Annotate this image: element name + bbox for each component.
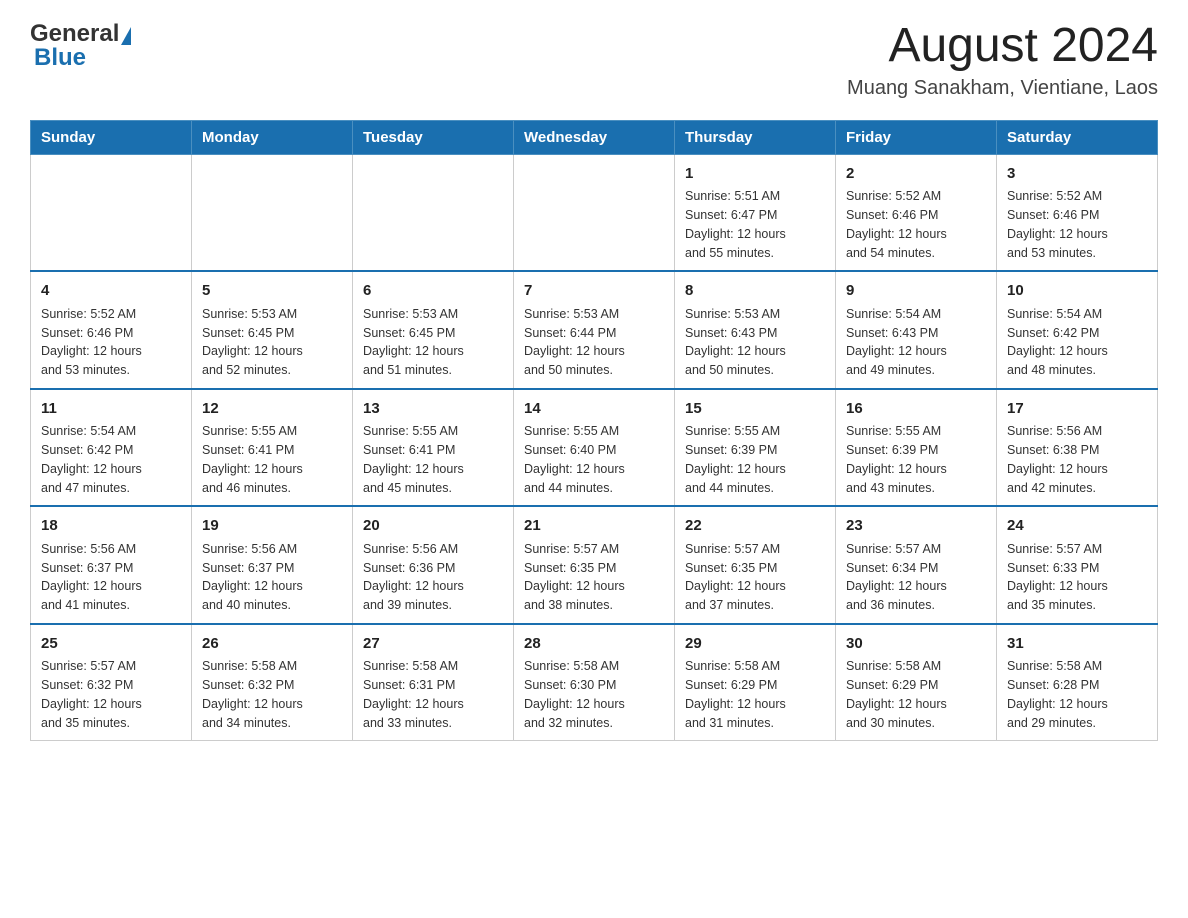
calendar-cell: 8Sunrise: 5:53 AMSunset: 6:43 PMDaylight… (675, 271, 836, 389)
calendar-cell: 30Sunrise: 5:58 AMSunset: 6:29 PMDayligh… (836, 624, 997, 741)
day-number: 5 (202, 280, 342, 303)
weekday-header-monday: Monday (192, 120, 353, 154)
day-number: 27 (363, 633, 503, 656)
calendar-cell: 27Sunrise: 5:58 AMSunset: 6:31 PMDayligh… (353, 624, 514, 741)
calendar-cell: 29Sunrise: 5:58 AMSunset: 6:29 PMDayligh… (675, 624, 836, 741)
calendar-cell (192, 154, 353, 271)
calendar-cell: 24Sunrise: 5:57 AMSunset: 6:33 PMDayligh… (997, 506, 1158, 624)
calendar-cell: 13Sunrise: 5:55 AMSunset: 6:41 PMDayligh… (353, 389, 514, 507)
day-number: 2 (846, 163, 986, 186)
day-number: 14 (524, 398, 664, 421)
calendar-cell: 17Sunrise: 5:56 AMSunset: 6:38 PMDayligh… (997, 389, 1158, 507)
day-number: 13 (363, 398, 503, 421)
title-section: August 2024 Muang Sanakham, Vientiane, L… (847, 20, 1158, 100)
weekday-header-wednesday: Wednesday (514, 120, 675, 154)
calendar-cell: 16Sunrise: 5:55 AMSunset: 6:39 PMDayligh… (836, 389, 997, 507)
calendar-cell: 1Sunrise: 5:51 AMSunset: 6:47 PMDaylight… (675, 154, 836, 271)
day-number: 6 (363, 280, 503, 303)
calendar-cell (31, 154, 192, 271)
calendar-cell: 20Sunrise: 5:56 AMSunset: 6:36 PMDayligh… (353, 506, 514, 624)
header: General Blue August 2024 Muang Sanakham,… (30, 20, 1158, 100)
page-title: August 2024 (847, 20, 1158, 73)
day-number: 26 (202, 633, 342, 656)
day-number: 15 (685, 398, 825, 421)
calendar-cell: 5Sunrise: 5:53 AMSunset: 6:45 PMDaylight… (192, 271, 353, 389)
calendar-cell: 3Sunrise: 5:52 AMSunset: 6:46 PMDaylight… (997, 154, 1158, 271)
day-number: 31 (1007, 633, 1147, 656)
day-number: 22 (685, 515, 825, 538)
day-number: 8 (685, 280, 825, 303)
weekday-header-thursday: Thursday (675, 120, 836, 154)
day-number: 28 (524, 633, 664, 656)
calendar-cell: 11Sunrise: 5:54 AMSunset: 6:42 PMDayligh… (31, 389, 192, 507)
weekday-header-tuesday: Tuesday (353, 120, 514, 154)
calendar-cell: 26Sunrise: 5:58 AMSunset: 6:32 PMDayligh… (192, 624, 353, 741)
day-number: 23 (846, 515, 986, 538)
day-number: 11 (41, 398, 181, 421)
day-number: 9 (846, 280, 986, 303)
calendar-week-row: 18Sunrise: 5:56 AMSunset: 6:37 PMDayligh… (31, 506, 1158, 624)
calendar-header-row: SundayMondayTuesdayWednesdayThursdayFrid… (31, 120, 1158, 154)
weekday-header-sunday: Sunday (31, 120, 192, 154)
page-subtitle: Muang Sanakham, Vientiane, Laos (847, 77, 1158, 100)
calendar-cell: 22Sunrise: 5:57 AMSunset: 6:35 PMDayligh… (675, 506, 836, 624)
day-number: 20 (363, 515, 503, 538)
calendar-cell: 10Sunrise: 5:54 AMSunset: 6:42 PMDayligh… (997, 271, 1158, 389)
calendar-cell: 23Sunrise: 5:57 AMSunset: 6:34 PMDayligh… (836, 506, 997, 624)
calendar-cell: 9Sunrise: 5:54 AMSunset: 6:43 PMDaylight… (836, 271, 997, 389)
calendar-table: SundayMondayTuesdayWednesdayThursdayFrid… (30, 120, 1158, 742)
day-number: 10 (1007, 280, 1147, 303)
calendar-cell: 21Sunrise: 5:57 AMSunset: 6:35 PMDayligh… (514, 506, 675, 624)
weekday-header-friday: Friday (836, 120, 997, 154)
day-number: 30 (846, 633, 986, 656)
calendar-week-row: 25Sunrise: 5:57 AMSunset: 6:32 PMDayligh… (31, 624, 1158, 741)
calendar-cell: 28Sunrise: 5:58 AMSunset: 6:30 PMDayligh… (514, 624, 675, 741)
calendar-cell: 31Sunrise: 5:58 AMSunset: 6:28 PMDayligh… (997, 624, 1158, 741)
day-number: 16 (846, 398, 986, 421)
day-number: 12 (202, 398, 342, 421)
day-number: 29 (685, 633, 825, 656)
calendar-week-row: 1Sunrise: 5:51 AMSunset: 6:47 PMDaylight… (31, 154, 1158, 271)
logo: General Blue (30, 20, 131, 72)
calendar-cell: 2Sunrise: 5:52 AMSunset: 6:46 PMDaylight… (836, 154, 997, 271)
day-number: 3 (1007, 163, 1147, 186)
calendar-week-row: 11Sunrise: 5:54 AMSunset: 6:42 PMDayligh… (31, 389, 1158, 507)
day-number: 17 (1007, 398, 1147, 421)
day-number: 1 (685, 163, 825, 186)
weekday-header-saturday: Saturday (997, 120, 1158, 154)
calendar-cell: 19Sunrise: 5:56 AMSunset: 6:37 PMDayligh… (192, 506, 353, 624)
day-number: 25 (41, 633, 181, 656)
calendar-cell: 14Sunrise: 5:55 AMSunset: 6:40 PMDayligh… (514, 389, 675, 507)
calendar-cell: 12Sunrise: 5:55 AMSunset: 6:41 PMDayligh… (192, 389, 353, 507)
calendar-cell: 25Sunrise: 5:57 AMSunset: 6:32 PMDayligh… (31, 624, 192, 741)
calendar-cell: 15Sunrise: 5:55 AMSunset: 6:39 PMDayligh… (675, 389, 836, 507)
day-number: 18 (41, 515, 181, 538)
day-number: 4 (41, 280, 181, 303)
calendar-cell (514, 154, 675, 271)
calendar-week-row: 4Sunrise: 5:52 AMSunset: 6:46 PMDaylight… (31, 271, 1158, 389)
day-number: 19 (202, 515, 342, 538)
calendar-cell: 18Sunrise: 5:56 AMSunset: 6:37 PMDayligh… (31, 506, 192, 624)
day-number: 21 (524, 515, 664, 538)
calendar-cell (353, 154, 514, 271)
calendar-cell: 6Sunrise: 5:53 AMSunset: 6:45 PMDaylight… (353, 271, 514, 389)
day-number: 7 (524, 280, 664, 303)
calendar-cell: 4Sunrise: 5:52 AMSunset: 6:46 PMDaylight… (31, 271, 192, 389)
logo-blue-text: Blue (34, 44, 86, 72)
calendar-cell: 7Sunrise: 5:53 AMSunset: 6:44 PMDaylight… (514, 271, 675, 389)
day-number: 24 (1007, 515, 1147, 538)
logo-triangle-icon (121, 27, 131, 45)
